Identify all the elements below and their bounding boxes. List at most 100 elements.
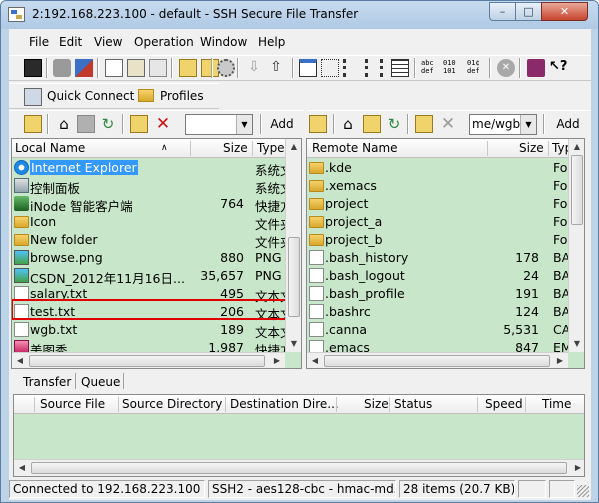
title-bar[interactable]: 2:192.168.223.100 - default - SSH Secure… bbox=[1, 1, 598, 29]
new-terminal-icon[interactable] bbox=[75, 59, 93, 77]
small-icons-icon[interactable] bbox=[321, 59, 339, 77]
transfer-col-destination[interactable]: Destination Dire... bbox=[230, 397, 339, 411]
table-row[interactable]: .bash_profile 191 BASH_PROFILE bbox=[307, 285, 568, 303]
column-divider[interactable] bbox=[548, 141, 549, 156]
column-divider[interactable] bbox=[34, 397, 35, 412]
tab-queue[interactable]: Queue bbox=[81, 375, 120, 389]
remote-vertical-scrollbar[interactable]: ▲ ▼ bbox=[568, 139, 584, 352]
transfer-col-status[interactable]: Status bbox=[394, 397, 432, 411]
remote-add-button[interactable]: Add bbox=[551, 114, 585, 136]
remote-col-name[interactable]: Remote Name bbox=[312, 141, 442, 155]
paste-icon[interactable] bbox=[127, 59, 145, 77]
settings-icon[interactable] bbox=[217, 59, 235, 77]
table-row[interactable]: .bashrc 124 BASHRC bbox=[307, 303, 568, 321]
remote-col-type[interactable]: Type bbox=[552, 141, 568, 155]
local-vertical-scrollbar[interactable]: ▲ ▼ bbox=[285, 139, 301, 352]
table-row[interactable]: iNode 智能客户端764快捷方式 bbox=[12, 195, 285, 214]
chevron-down-icon[interactable]: ▼ bbox=[520, 115, 536, 134]
list-view-2-icon[interactable] bbox=[365, 59, 383, 77]
transfer-col-time[interactable]: Time bbox=[542, 397, 571, 411]
table-row[interactable]: Icon文件夹 bbox=[12, 213, 285, 232]
new-folder-icon[interactable] bbox=[179, 59, 197, 77]
scroll-thumb[interactable] bbox=[29, 355, 265, 367]
quick-connect-icon[interactable] bbox=[24, 88, 42, 106]
context-help-icon[interactable]: ↖? bbox=[549, 59, 567, 77]
table-row[interactable]: project Folder bbox=[307, 195, 568, 213]
remote-path-combo[interactable]: me/wgb ▼ bbox=[469, 114, 537, 135]
binary-mode-icon[interactable]: 010 101 bbox=[443, 59, 461, 77]
table-row[interactable]: project_b Folder bbox=[307, 231, 568, 249]
column-divider[interactable] bbox=[190, 141, 191, 156]
menu-edit[interactable]: Edit bbox=[59, 35, 82, 49]
scroll-left-icon[interactable]: ◀ bbox=[307, 353, 323, 368]
local-file-pane[interactable]: Local Name ∧ Size Type Internet Explorer… bbox=[11, 138, 302, 369]
menu-window[interactable]: Window bbox=[200, 35, 247, 49]
table-row[interactable]: CSDN_2012年11月16日... 35,657 PNG bbox=[12, 267, 285, 286]
local-add-button[interactable]: Add bbox=[265, 114, 299, 136]
find-icon[interactable] bbox=[149, 59, 167, 77]
scroll-left-icon[interactable]: ◀ bbox=[12, 353, 28, 368]
transfer-col-source-directory[interactable]: Source Directory bbox=[122, 397, 222, 411]
remote-create-folder-icon[interactable] bbox=[415, 115, 433, 133]
menu-view[interactable]: View bbox=[94, 35, 122, 49]
table-row[interactable]: 控制面板系统文件夹 bbox=[12, 177, 285, 196]
local-create-folder-icon[interactable] bbox=[130, 115, 148, 133]
scroll-up-icon[interactable]: ▲ bbox=[569, 139, 584, 155]
column-divider[interactable] bbox=[336, 397, 337, 412]
column-divider[interactable] bbox=[389, 397, 390, 412]
scroll-left-icon[interactable]: ◀ bbox=[14, 460, 30, 476]
remote-file-pane[interactable]: Remote Name Size Type .kde Folder .xemacs F… bbox=[306, 138, 585, 369]
local-col-size[interactable]: Size bbox=[223, 141, 248, 155]
disconnect-icon[interactable] bbox=[53, 59, 71, 77]
remote-up-folder-icon[interactable] bbox=[309, 115, 327, 133]
transfer-col-size[interactable]: Size bbox=[364, 397, 389, 411]
table-row[interactable]: .xemacs Folder bbox=[307, 177, 568, 195]
remote-home-icon[interactable]: ⌂ bbox=[339, 115, 357, 133]
download-icon[interactable]: ⇩ bbox=[245, 59, 263, 77]
upload-icon[interactable]: ⇧ bbox=[267, 59, 285, 77]
large-icons-icon[interactable] bbox=[299, 59, 317, 77]
scroll-thumb[interactable] bbox=[31, 462, 567, 474]
scroll-thumb[interactable] bbox=[324, 355, 550, 367]
remote-new-folder-icon[interactable] bbox=[363, 115, 381, 133]
auto-mode-icon[interactable]: 01¢ def bbox=[467, 59, 485, 77]
tab-transfer[interactable]: Transfer bbox=[23, 375, 71, 389]
column-divider[interactable] bbox=[477, 397, 478, 412]
scroll-right-icon[interactable]: ▶ bbox=[552, 353, 568, 368]
column-divider[interactable] bbox=[525, 397, 526, 412]
local-path-combo[interactable]: ▼ bbox=[185, 114, 253, 135]
profiles-button[interactable]: Profiles bbox=[160, 89, 204, 103]
local-home-icon[interactable]: ⌂ bbox=[55, 115, 73, 133]
local-col-name[interactable]: Local Name bbox=[15, 141, 155, 155]
column-divider[interactable] bbox=[487, 141, 488, 156]
resize-grip-icon[interactable] bbox=[577, 485, 589, 497]
maximize-button[interactable]: □ bbox=[515, 2, 542, 21]
remote-refresh-icon[interactable]: ↻ bbox=[385, 115, 403, 133]
list-view-icon[interactable] bbox=[343, 59, 361, 77]
transfer-col-source-file[interactable]: Source File bbox=[40, 397, 105, 411]
table-row[interactable]: project_a Folder bbox=[307, 213, 568, 231]
local-up-folder-icon[interactable] bbox=[24, 115, 42, 133]
remote-delete-icon[interactable]: ✕ bbox=[439, 115, 457, 133]
column-divider[interactable] bbox=[225, 397, 226, 412]
close-button[interactable]: ✕ bbox=[541, 2, 588, 21]
menu-operation[interactable]: Operation bbox=[134, 35, 194, 49]
copy-icon[interactable] bbox=[105, 59, 123, 77]
scroll-up-icon[interactable]: ▲ bbox=[286, 139, 301, 155]
stop-icon[interactable]: ✕ bbox=[497, 59, 515, 77]
transfer-col-speed[interactable]: Speed bbox=[485, 397, 523, 411]
column-divider[interactable] bbox=[118, 397, 119, 412]
transfer-horizontal-scrollbar[interactable]: ◀ ▶ bbox=[14, 459, 584, 476]
scroll-thumb[interactable] bbox=[571, 155, 583, 225]
save-icon[interactable] bbox=[24, 59, 42, 77]
table-row[interactable]: .bash_logout 24 BASH_LOGOUT bbox=[307, 267, 568, 285]
table-row[interactable]: .canna 5,531 CANNA bbox=[307, 321, 568, 339]
local-col-type[interactable]: Type bbox=[257, 141, 285, 155]
help-topics-icon[interactable] bbox=[527, 59, 545, 77]
local-horizontal-scrollbar[interactable]: ◀ ▶ bbox=[12, 352, 285, 368]
scroll-down-icon[interactable]: ▼ bbox=[286, 336, 301, 352]
remote-col-size[interactable]: Size bbox=[519, 141, 544, 155]
minimize-button[interactable]: – bbox=[489, 2, 516, 21]
transfer-pane[interactable]: Source File Source Directory Destination… bbox=[13, 394, 585, 477]
table-row[interactable]: New folder文件夹 bbox=[12, 231, 285, 250]
